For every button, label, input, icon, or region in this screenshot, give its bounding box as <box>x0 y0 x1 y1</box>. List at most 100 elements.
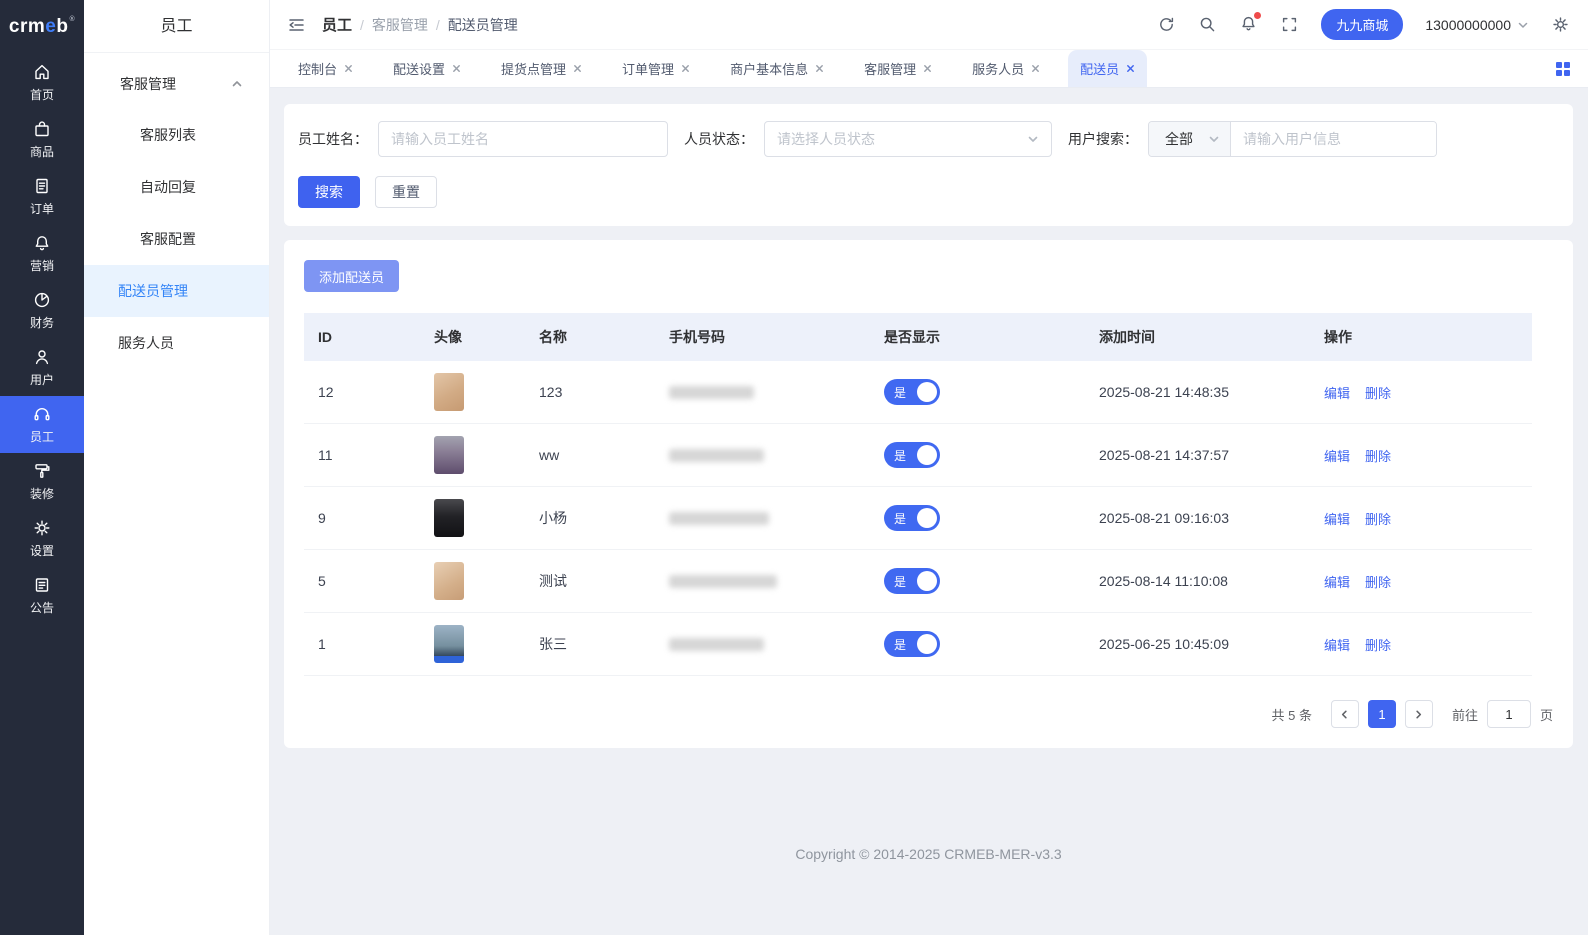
delivery-staff-panel: 添加配送员 ID 头像 名称 手机号码 是否显示 添加时间 操作 12 123 … <box>284 240 1573 748</box>
tab-customer-service[interactable]: 客服管理 <box>852 50 944 87</box>
page-number-current[interactable]: 1 <box>1367 700 1396 728</box>
user-scope-select[interactable]: 全部 <box>1149 122 1231 156</box>
col-header-actions: 操作 <box>1324 329 1352 345</box>
refresh-icon[interactable] <box>1157 15 1176 34</box>
sidebar-item-orders[interactable]: 订单 <box>0 168 84 225</box>
close-icon[interactable] <box>815 64 824 73</box>
table-row: 1 张三 是 2025-06-25 10:45:09 编辑 删除 <box>304 613 1532 676</box>
notification-dot-badge <box>1254 11 1262 19</box>
shopping-bag-icon <box>35 121 49 137</box>
menu-item-auto-reply[interactable]: 自动回复 <box>84 161 269 213</box>
col-header-name: 名称 <box>539 329 567 345</box>
topbar: 员工 / 客服管理 / 配送员管理 九九商城 13000000000 <box>270 0 1588 50</box>
edit-link[interactable]: 编辑 <box>1324 635 1350 654</box>
notifications-button[interactable] <box>1239 11 1262 36</box>
sidebar-item-label: 设置 <box>29 544 54 558</box>
staff-status-select[interactable]: 请选择人员状态 <box>764 121 1052 157</box>
col-header-show: 是否显示 <box>884 329 940 345</box>
delete-link[interactable]: 删除 <box>1365 509 1391 528</box>
menu-item-delivery-manage[interactable]: 配送员管理 <box>84 265 269 317</box>
user-scope-value: 全部 <box>1165 131 1193 147</box>
gear-icon[interactable] <box>1551 15 1570 34</box>
account-phone: 13000000000 <box>1425 16 1511 33</box>
delete-link[interactable]: 删除 <box>1365 572 1391 591</box>
search-button[interactable]: 搜索 <box>298 176 360 208</box>
close-icon[interactable] <box>573 64 582 73</box>
show-toggle[interactable]: 是 <box>884 442 940 468</box>
goto-page-input[interactable] <box>1486 700 1531 728</box>
close-icon[interactable] <box>452 64 461 73</box>
filter-staff-status: 人员状态： 请选择人员状态 <box>684 121 1052 157</box>
toggle-knob <box>917 445 937 465</box>
tab-layout-grid-icon[interactable] <box>1556 61 1570 76</box>
next-page-button[interactable] <box>1404 700 1433 728</box>
menu-item-service-config[interactable]: 客服配置 <box>84 213 269 265</box>
tab-console[interactable]: 控制台 <box>286 50 365 87</box>
close-icon[interactable] <box>681 64 690 73</box>
edit-link[interactable]: 编辑 <box>1324 509 1350 528</box>
brand-logo: crm e b ® <box>0 0 84 54</box>
account-dropdown[interactable]: 13000000000 <box>1425 17 1529 33</box>
sidebar-item-marketing[interactable]: 营销 <box>0 225 84 282</box>
show-toggle[interactable]: 是 <box>884 379 940 405</box>
chevron-down-icon <box>1518 22 1528 28</box>
close-icon[interactable] <box>1031 64 1040 73</box>
staff-name-input[interactable] <box>378 121 668 157</box>
menu-group-customer-service[interactable]: 客服管理 <box>84 59 269 109</box>
show-toggle[interactable]: 是 <box>884 568 940 594</box>
merchant-badge[interactable]: 九九商城 <box>1321 9 1404 40</box>
edit-link[interactable]: 编辑 <box>1324 572 1350 591</box>
reset-button[interactable]: 重置 <box>375 176 437 208</box>
sidebar-item-notice[interactable]: 公告 <box>0 567 84 624</box>
user-info-input[interactable] <box>1231 122 1436 156</box>
sidebar-item-decorate[interactable]: 装修 <box>0 453 84 510</box>
tab-pickup-manage[interactable]: 提货点管理 <box>489 50 594 87</box>
edit-link[interactable]: 编辑 <box>1324 446 1350 465</box>
breadcrumb: 员工 / 客服管理 / 配送员管理 <box>322 14 518 35</box>
collapse-menu-icon[interactable] <box>286 15 306 35</box>
col-header-phone: 手机号码 <box>669 329 725 345</box>
avatar <box>434 625 464 663</box>
fullscreen-icon[interactable] <box>1280 15 1299 34</box>
chevron-right-icon <box>1416 710 1422 718</box>
delete-link[interactable]: 删除 <box>1365 635 1391 654</box>
menu-item-service-staff[interactable]: 服务人员 <box>84 317 269 369</box>
close-icon[interactable] <box>344 64 353 73</box>
sidebar-item-settings[interactable]: 设置 <box>0 510 84 567</box>
tab-order-manage[interactable]: 订单管理 <box>610 50 702 87</box>
sidebar-item-goods[interactable]: 商品 <box>0 111 84 168</box>
tab-service-staff[interactable]: 服务人员 <box>960 50 1052 87</box>
breadcrumb-item[interactable]: 客服管理 <box>372 15 428 35</box>
search-icon[interactable] <box>1198 15 1217 34</box>
prev-page-button[interactable] <box>1330 700 1359 728</box>
menu-item-label: 客服列表 <box>140 127 196 143</box>
app-window: crm e b ® 首页 商品 订单 营销 财务 用户 员工 装修 设置 公告 … <box>0 0 1588 935</box>
table-row: 5 测试 是 2025-08-14 11:10:08 编辑 删除 <box>304 550 1532 613</box>
sidebar-item-label: 财务 <box>29 316 54 330</box>
sidebar-item-users[interactable]: 用户 <box>0 339 84 396</box>
sidebar-item-staff[interactable]: 员工 <box>0 396 84 453</box>
toggle-knob <box>917 571 937 591</box>
filter-panel: 员工姓名： 人员状态： 请选择人员状态 用户搜索： <box>284 104 1573 226</box>
tab-merchant-info[interactable]: 商户基本信息 <box>718 50 836 87</box>
table-header-row: ID 头像 名称 手机号码 是否显示 添加时间 操作 <box>304 313 1532 361</box>
breadcrumb-separator: / <box>435 16 440 33</box>
add-delivery-staff-button[interactable]: 添加配送员 <box>304 260 400 292</box>
menu-group-label: 客服管理 <box>120 76 176 92</box>
toggle-knob <box>917 382 937 402</box>
tab-delivery-staff[interactable]: 配送员 <box>1068 50 1148 87</box>
show-toggle[interactable]: 是 <box>884 631 940 657</box>
tab-delivery-settings[interactable]: 配送设置 <box>381 50 473 87</box>
sidebar-item-home[interactable]: 首页 <box>0 54 84 111</box>
close-icon[interactable] <box>923 64 932 73</box>
delete-link[interactable]: 删除 <box>1365 446 1391 465</box>
delete-link[interactable]: 删除 <box>1365 383 1391 402</box>
close-icon[interactable] <box>1126 64 1135 73</box>
edit-link[interactable]: 编辑 <box>1324 383 1350 402</box>
menu-item-service-list[interactable]: 客服列表 <box>84 109 269 161</box>
sidebar-item-finance[interactable]: 财务 <box>0 282 84 339</box>
toggle-on-label: 是 <box>894 385 907 400</box>
cell-name: 测试 <box>539 573 567 589</box>
show-toggle[interactable]: 是 <box>884 505 940 531</box>
page-content: 员工姓名： 人员状态： 请选择人员状态 用户搜索： <box>270 88 1588 935</box>
